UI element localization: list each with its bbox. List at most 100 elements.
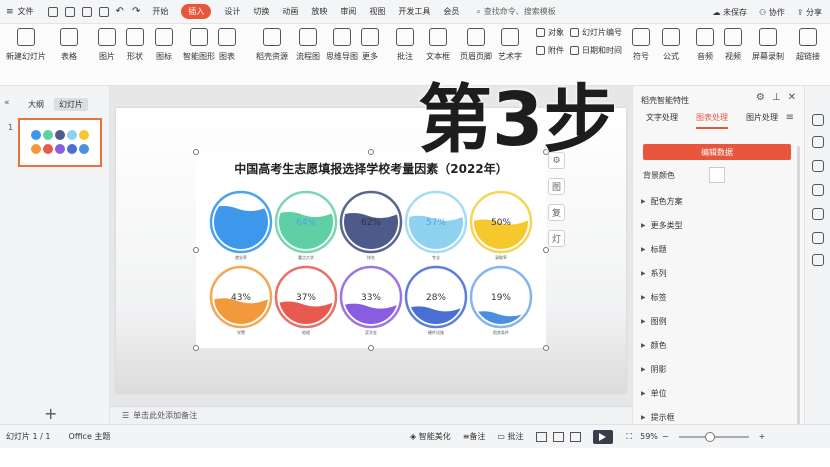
- ribbon-button-6[interactable]: 图表: [218, 28, 236, 62]
- menu-tab-9[interactable]: 会员: [443, 6, 459, 17]
- resize-handle-br[interactable]: [543, 345, 549, 351]
- ribbon-button-14[interactable]: 艺术字: [498, 28, 522, 62]
- panel-section-0[interactable]: ▶ 配色方案: [641, 196, 683, 207]
- menu-tab-7[interactable]: 视图: [369, 6, 385, 17]
- search-box[interactable]: ⌕ 查找命令、搜索模板: [476, 6, 555, 17]
- ribbon-button-12[interactable]: 文本框: [426, 28, 450, 62]
- file-menu[interactable]: ≡ 文件: [6, 6, 34, 17]
- float-tool-2[interactable]: 复: [548, 204, 565, 221]
- notes-area[interactable]: ☰ 单击此处添加备注: [110, 406, 632, 424]
- ribbon-button-10[interactable]: 更多: [361, 28, 379, 62]
- ribbon-button-19[interactable]: 屏幕录制: [752, 28, 784, 62]
- ribbon-button-11[interactable]: 批注: [396, 28, 414, 62]
- ribbon-small-item-2[interactable]: 附件: [536, 45, 564, 56]
- ribbon-button-0[interactable]: 新建幻灯片: [6, 28, 46, 62]
- ribbon-button-16[interactable]: 公式: [662, 28, 680, 62]
- preview-icon[interactable]: [98, 6, 109, 17]
- ribbon-button-3[interactable]: 形状: [126, 28, 144, 62]
- panel-section-1[interactable]: ▶ 更多类型: [641, 220, 683, 231]
- panel-section-8[interactable]: ▶ 单位: [641, 388, 667, 399]
- menu-tab-4[interactable]: 动画: [282, 6, 298, 17]
- resize-handle-bl[interactable]: [193, 345, 199, 351]
- float-tool-3[interactable]: 灯: [548, 230, 565, 247]
- ribbon-button-5[interactable]: 智能图形: [183, 28, 215, 62]
- panel-tab-0[interactable]: 文字处理: [646, 112, 678, 129]
- ribbon-button-18[interactable]: 视频: [724, 28, 742, 62]
- edit-data-button[interactable]: 编辑数据: [643, 144, 791, 160]
- ribbon-button-1[interactable]: 表格: [60, 28, 78, 62]
- collab-button[interactable]: ⚇ 协作: [759, 7, 785, 18]
- ribbon-button-20[interactable]: 超链接: [796, 28, 820, 62]
- panel-scrollbar[interactable]: [797, 146, 800, 426]
- ribbon-button-9[interactable]: 思维导图: [326, 28, 358, 62]
- zoom-slider-knob[interactable]: [704, 431, 715, 442]
- ribbon-small-item-1[interactable]: 幻灯片编号: [570, 27, 622, 38]
- notes-toggle[interactable]: ≡备注: [463, 431, 486, 442]
- panel-section-7[interactable]: ▶ 阴影: [641, 364, 667, 375]
- ribbon-button-2[interactable]: 图片: [98, 28, 116, 62]
- menu-tab-1[interactable]: 插入: [181, 4, 212, 19]
- menu-tab-2[interactable]: 设计: [224, 6, 240, 17]
- fit-icon[interactable]: ⛶: [627, 432, 633, 442]
- ribbon-button-7[interactable]: 稻壳资源: [256, 28, 288, 62]
- collapse-panel-icon[interactable]: «: [4, 98, 10, 108]
- ribbon-button-4[interactable]: 图标: [155, 28, 173, 62]
- more-icon[interactable]: ≡: [786, 112, 794, 123]
- ribbon-button-8[interactable]: 流程图: [296, 28, 320, 62]
- ribbon-button-15[interactable]: 符号: [632, 28, 650, 62]
- share-button[interactable]: ⇪ 分享: [797, 7, 822, 18]
- panel-tab-1[interactable]: 图表处理: [696, 112, 728, 129]
- menu-tab-0[interactable]: 开始: [152, 6, 168, 17]
- menu-tab-8[interactable]: 开发工具: [398, 6, 430, 17]
- chart-object[interactable]: 中国高考生志愿填报选择学校考量因素（2022年） 就业率 64% 重点大学 62% 排名…: [196, 152, 546, 348]
- theme-name[interactable]: Office 主题: [69, 431, 111, 442]
- settings-icon[interactable]: ⚙: [756, 92, 765, 103]
- ribbon-small-item-0[interactable]: 对象: [536, 27, 564, 38]
- add-slide-button[interactable]: +: [44, 404, 57, 423]
- resize-handle-tl[interactable]: [193, 149, 199, 155]
- slide-thumbnail[interactable]: [18, 118, 102, 167]
- side-tool-icon-4[interactable]: [812, 208, 824, 220]
- panel-section-2[interactable]: ▶ 标题: [641, 244, 667, 255]
- unsaved-status[interactable]: ☁ 未保存: [700, 7, 747, 18]
- panel-section-5[interactable]: ▶ 图例: [641, 316, 667, 327]
- panel-section-4[interactable]: ▶ 标签: [641, 292, 667, 303]
- save-icon[interactable]: [47, 6, 58, 17]
- panel-section-3[interactable]: ▶ 系列: [641, 268, 667, 279]
- bg-color-swatch[interactable]: [709, 167, 725, 183]
- resize-handle-tc[interactable]: [368, 149, 374, 155]
- side-tool-icon-3[interactable]: [812, 184, 824, 196]
- undo-icon[interactable]: ↶: [116, 6, 124, 17]
- menu-tab-5[interactable]: 放映: [311, 6, 327, 17]
- panel-tab-2[interactable]: 图片处理: [746, 112, 778, 129]
- side-tool-icon-6[interactable]: [812, 254, 824, 266]
- panel-section-6[interactable]: ▶ 颜色: [641, 340, 667, 351]
- ribbon-button-13[interactable]: 页眉页脚: [460, 28, 492, 62]
- side-tool-icon-5[interactable]: [812, 232, 824, 244]
- close-icon[interactable]: ✕: [788, 92, 796, 103]
- zoom-out-icon[interactable]: −: [662, 432, 669, 441]
- panel-section-9[interactable]: ▶ 提示框: [641, 412, 675, 423]
- print-icon[interactable]: [81, 6, 92, 17]
- redo-icon[interactable]: ↷: [132, 6, 140, 17]
- menu-tab-6[interactable]: 审阅: [340, 6, 356, 17]
- tab-outline[interactable]: 大纲: [28, 99, 44, 110]
- zoom-in-icon[interactable]: +: [759, 432, 766, 441]
- sorter-view-icon[interactable]: [552, 431, 564, 442]
- resize-handle-ml[interactable]: [193, 247, 199, 253]
- beautify-button[interactable]: ◈ 智能美化: [410, 431, 451, 442]
- normal-view-icon[interactable]: [535, 431, 547, 442]
- zoom-slider[interactable]: [678, 431, 749, 442]
- pin-icon[interactable]: ⊥: [772, 92, 781, 103]
- menu-tab-3[interactable]: 切换: [253, 6, 269, 17]
- side-tool-icon-1[interactable]: [812, 136, 824, 148]
- side-tool-icon-2[interactable]: [812, 160, 824, 172]
- ribbon-small-item-3[interactable]: 日期和时间: [570, 45, 622, 56]
- ribbon-button-17[interactable]: 音频: [696, 28, 714, 62]
- play-button[interactable]: [592, 429, 613, 444]
- comments-toggle[interactable]: ▭ 批注: [497, 431, 523, 442]
- reading-view-icon[interactable]: [569, 431, 581, 442]
- resize-handle-bc[interactable]: [368, 345, 374, 351]
- zoom-level[interactable]: 59%: [640, 432, 658, 441]
- side-tool-icon-0[interactable]: [812, 114, 824, 126]
